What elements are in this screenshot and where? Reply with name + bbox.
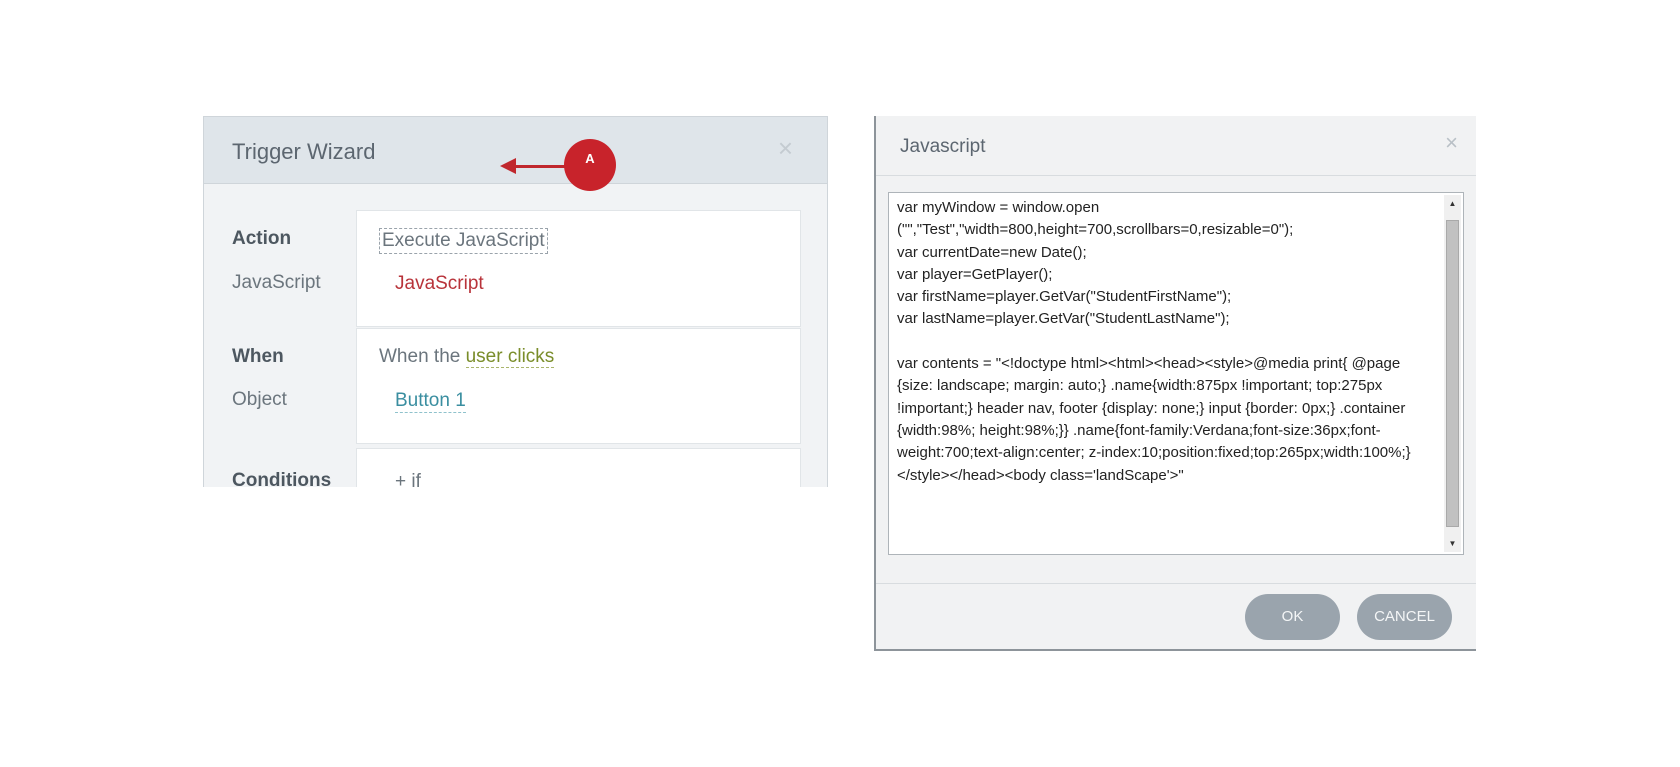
- javascript-code-text[interactable]: var myWindow = window.open ("","Test","w…: [897, 197, 1432, 487]
- action-label: Action: [232, 228, 292, 249]
- cancel-button[interactable]: CANCEL: [1357, 594, 1452, 640]
- annotation-arrow-head: [500, 158, 516, 174]
- javascript-dialog-footer-divider: [876, 583, 1476, 584]
- scroll-up-arrow-icon[interactable]: ▲: [1444, 195, 1461, 212]
- annotation-badge: A: [564, 139, 616, 191]
- action-select[interactable]: Execute JavaScript: [379, 228, 548, 254]
- when-text: When the user clicks: [379, 346, 555, 368]
- conditions-panel: + if: [356, 448, 801, 487]
- action-panel: Execute JavaScript JavaScript: [356, 210, 801, 327]
- object-label: Object: [232, 389, 287, 410]
- when-panel: When the user clicks Button 1: [356, 328, 801, 444]
- javascript-label: JavaScript: [232, 272, 321, 293]
- javascript-code-editor[interactable]: var myWindow = window.open ("","Test","w…: [888, 192, 1464, 555]
- scroll-down-arrow-icon[interactable]: ▼: [1444, 535, 1461, 552]
- close-icon[interactable]: ×: [1445, 132, 1458, 154]
- editor-scrollbar[interactable]: ▲ ▼: [1444, 195, 1461, 552]
- add-condition-link[interactable]: + if: [395, 471, 421, 487]
- ok-button[interactable]: OK: [1245, 594, 1340, 640]
- javascript-dialog: Javascript × var myWindow = window.open …: [874, 116, 1476, 651]
- object-link[interactable]: Button 1: [395, 390, 466, 413]
- javascript-dialog-title: Javascript: [900, 136, 986, 157]
- javascript-link[interactable]: JavaScript: [395, 273, 484, 295]
- scrollbar-thumb[interactable]: [1446, 220, 1459, 527]
- when-prefix: When the: [379, 346, 466, 367]
- when-label: When: [232, 346, 284, 367]
- close-icon[interactable]: ×: [778, 135, 793, 161]
- trigger-wizard-title: Trigger Wizard: [232, 139, 376, 164]
- when-event-link[interactable]: user clicks: [465, 346, 555, 368]
- conditions-label: Conditions: [232, 470, 332, 487]
- javascript-dialog-header: Javascript ×: [876, 116, 1476, 176]
